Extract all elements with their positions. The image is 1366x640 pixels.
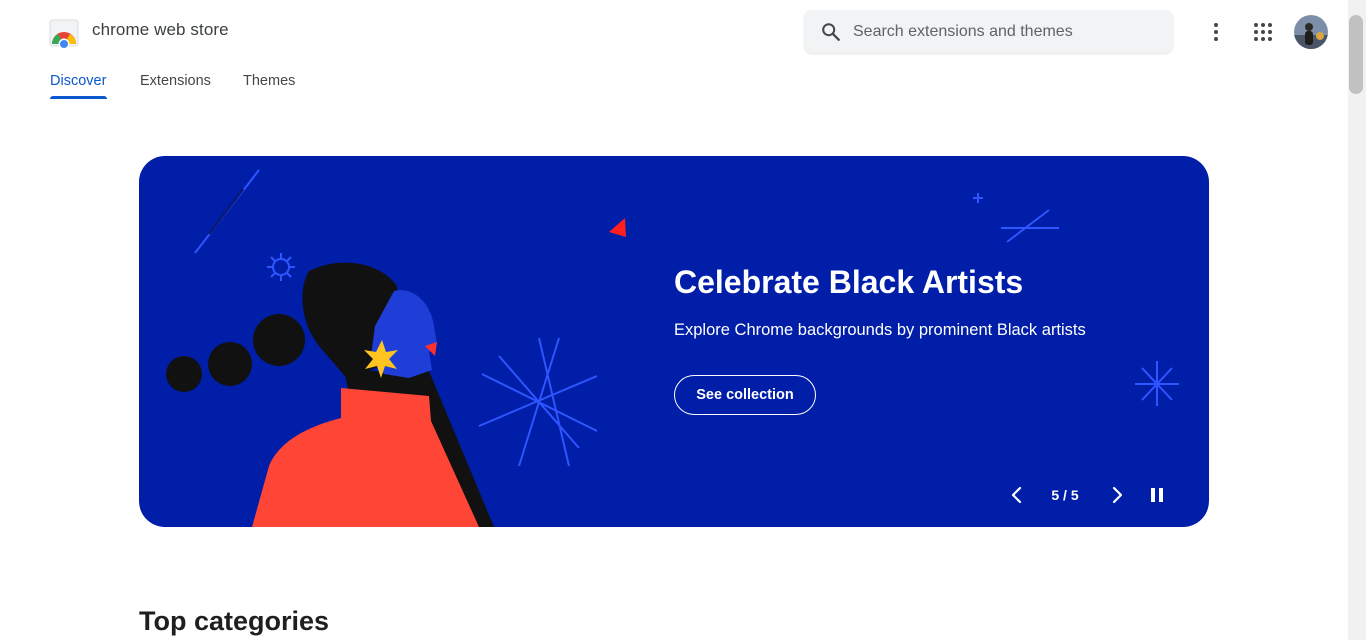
apps-grid-icon[interactable] <box>1251 20 1275 44</box>
tab-discover[interactable]: Discover <box>50 73 106 89</box>
hero-illustration <box>166 169 1179 527</box>
see-collection-button[interactable]: See collection <box>674 375 816 415</box>
hero-banner: Celebrate Black Artists Explore Chrome b… <box>139 156 1209 527</box>
top-categories-heading: Top categories <box>139 606 330 636</box>
tab-extensions[interactable]: Extensions <box>140 73 211 89</box>
search-box[interactable] <box>804 10 1173 53</box>
chevron-right-icon[interactable] <box>1105 483 1129 507</box>
scrollbar-thumb[interactable] <box>1349 15 1363 94</box>
avatar[interactable] <box>1294 15 1328 49</box>
avatar-image <box>1294 15 1328 49</box>
chevron-left-icon[interactable] <box>1005 483 1029 507</box>
tab-themes[interactable]: Themes <box>243 73 295 89</box>
active-tab-indicator <box>50 96 107 99</box>
hero-title: Celebrate Black Artists <box>674 264 1024 300</box>
brand-name[interactable]: chrome web store <box>92 20 229 40</box>
slide-counter: 5 / 5 <box>1051 487 1079 503</box>
more-vert-icon[interactable] <box>1204 20 1228 44</box>
search-icon <box>822 23 840 41</box>
top-bar: chrome web store <box>0 0 1348 64</box>
hero-subtitle: Explore Chrome backgrounds by prominent … <box>674 321 1086 339</box>
search-input[interactable] <box>851 19 1155 45</box>
chrome-web-store-logo-icon[interactable] <box>48 17 80 49</box>
scrollbar-track[interactable] <box>1348 0 1366 640</box>
pause-icon[interactable] <box>1145 483 1169 507</box>
